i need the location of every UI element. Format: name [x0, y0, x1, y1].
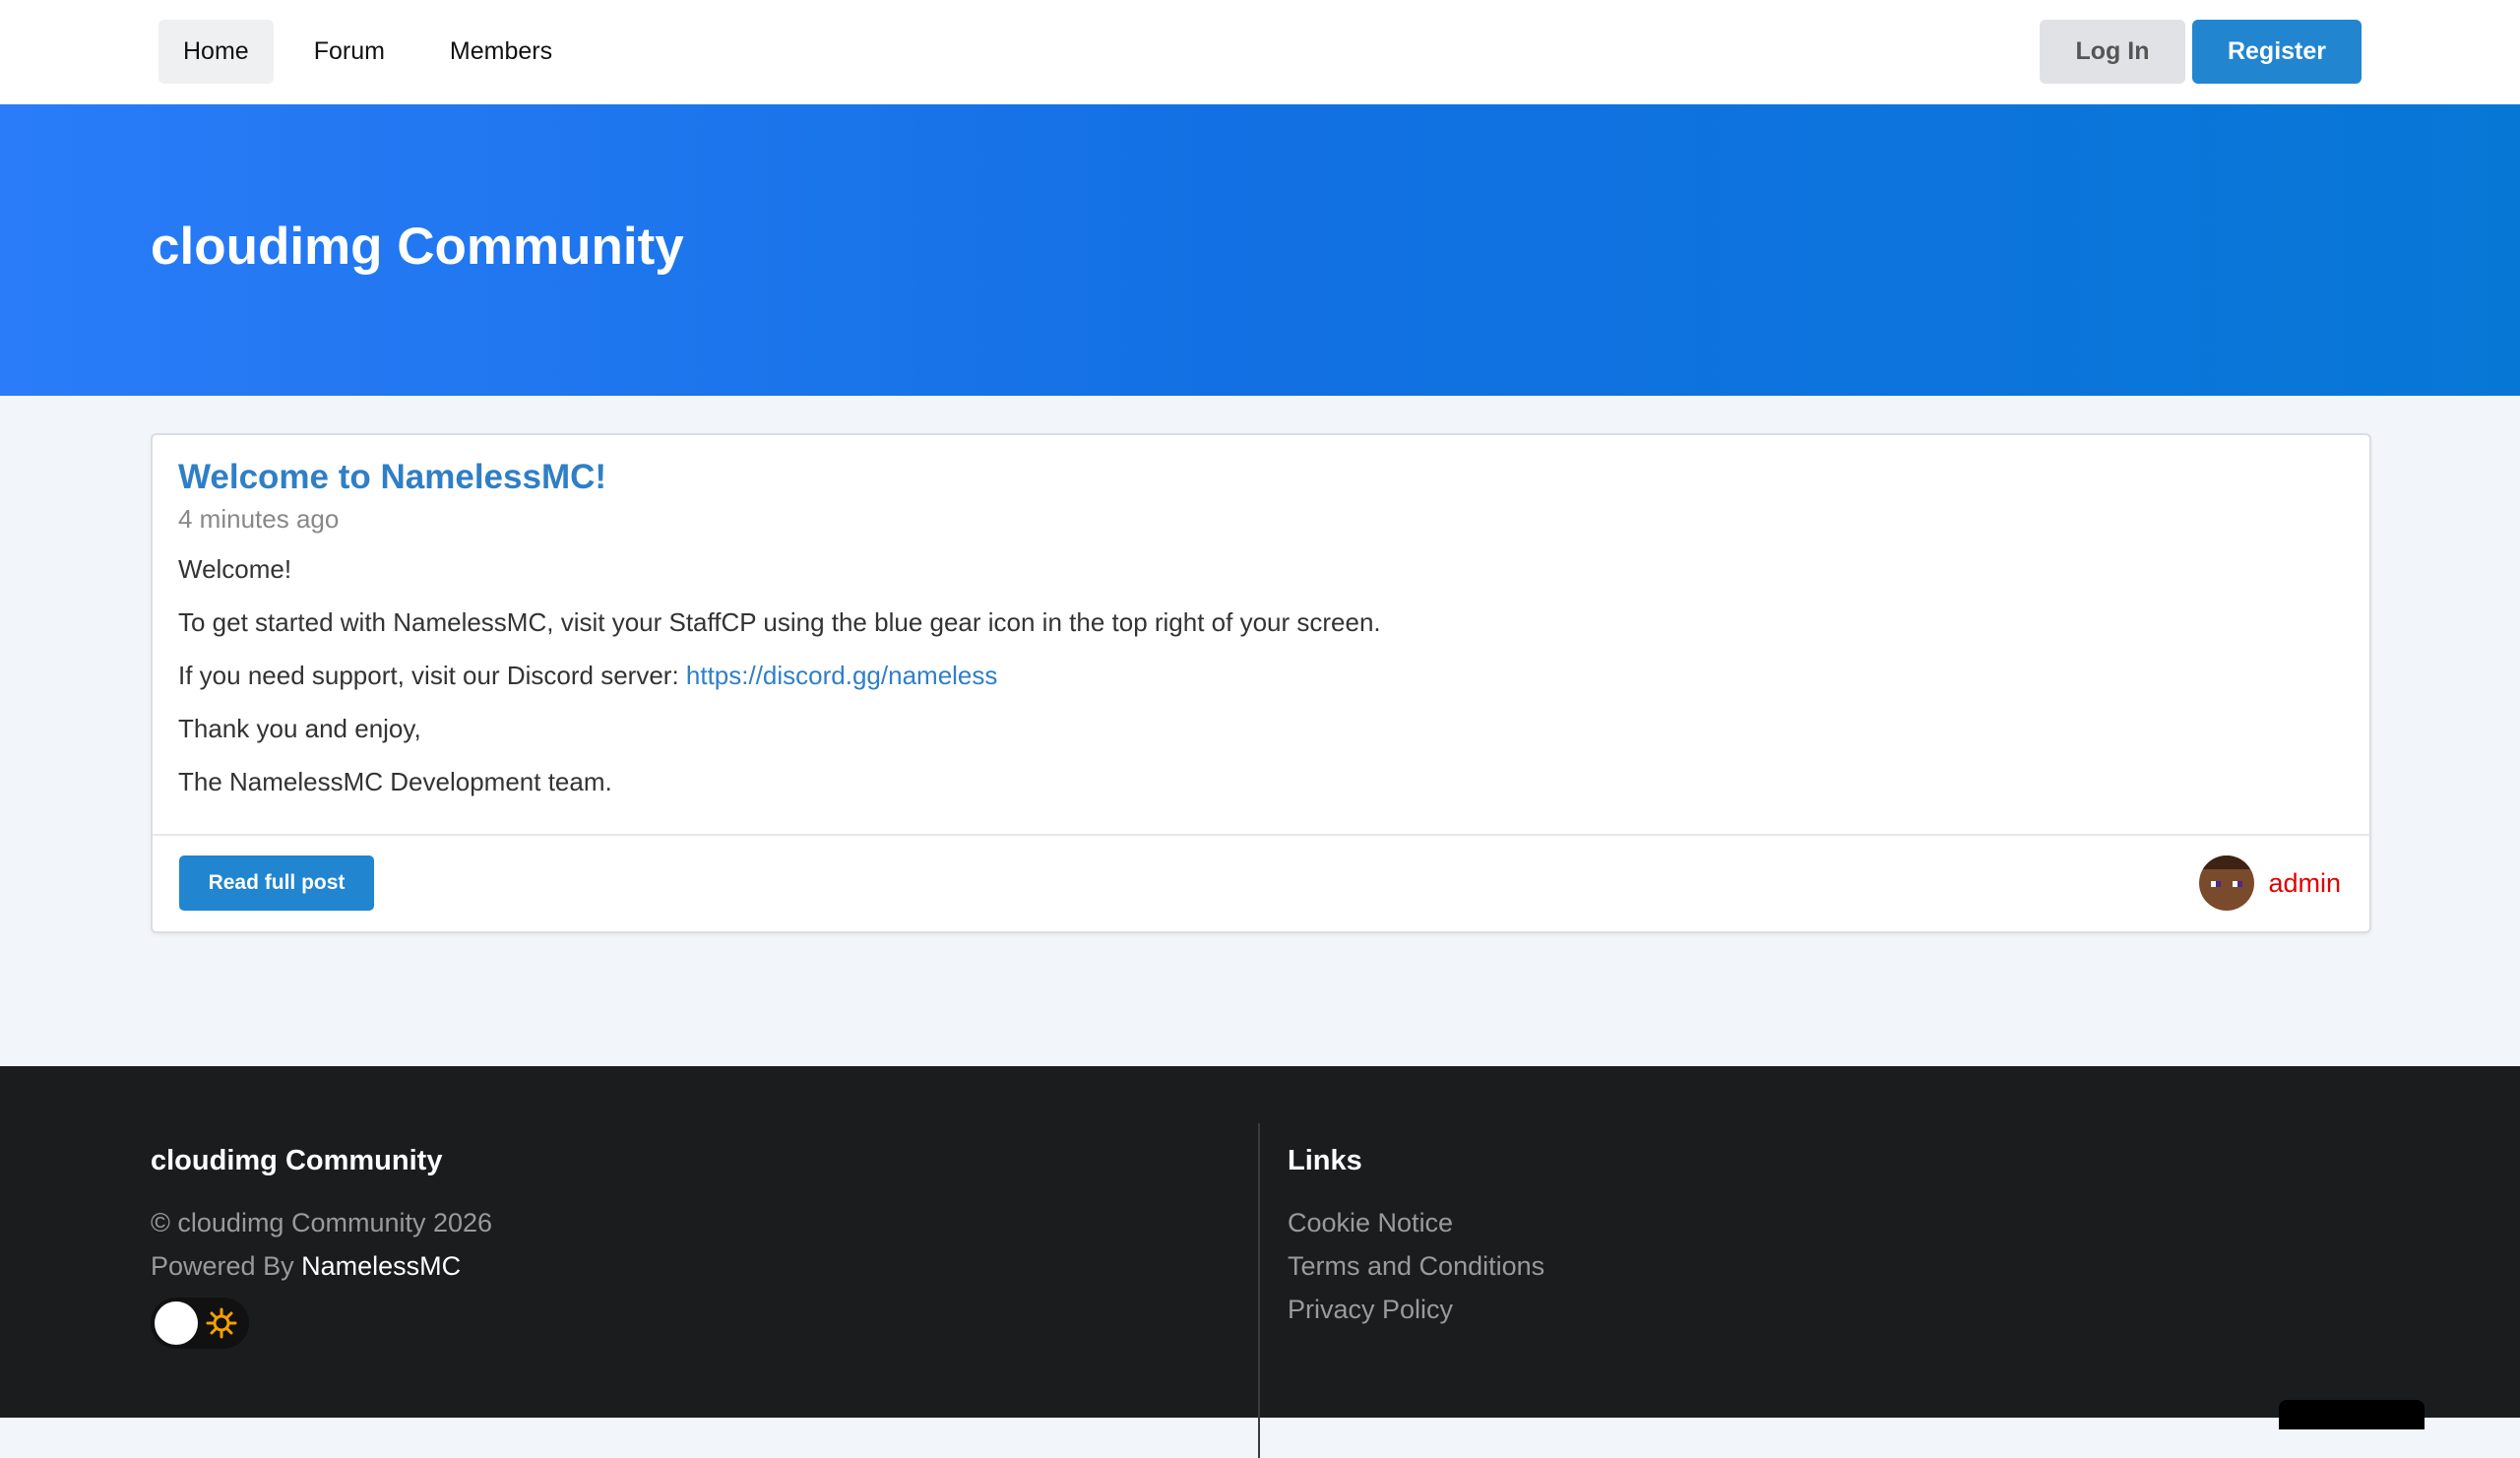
post-line: The NamelessMC Development team.	[178, 767, 612, 797]
powered-by-label: Powered By	[151, 1251, 302, 1281]
read-full-post-button[interactable]: Read full post	[179, 856, 374, 911]
footer-divider	[1258, 1123, 1260, 1458]
corner-widget-tab[interactable]	[2279, 1400, 2425, 1429]
nav-item-home[interactable]: Home	[158, 20, 274, 84]
post-content: Welcome! To get started with NamelessMC,…	[178, 552, 2344, 799]
discord-link[interactable]: https://discord.gg/nameless	[686, 661, 998, 690]
nav-item-members[interactable]: Members	[425, 20, 577, 84]
hero-banner: cloudimg Community	[0, 104, 2520, 396]
post-line: To get started with NamelessMC, visit yo…	[178, 607, 1381, 638]
author-avatar[interactable]	[2199, 856, 2255, 911]
cookie-notice-link[interactable]: Cookie Notice	[1288, 1201, 1544, 1244]
post-line: If you need support, visit our Discord s…	[178, 659, 2344, 693]
toggle-knob	[155, 1301, 198, 1345]
footer-links-heading: Links	[1288, 1145, 1362, 1176]
footer-copyright: © cloudimg Community 2026	[151, 1208, 493, 1237]
auth-buttons: Log In Register	[2040, 20, 2362, 84]
author-name[interactable]: admin	[2268, 868, 2341, 899]
post-line: Thank you and enjoy,	[178, 714, 421, 744]
footer-powered-by: Powered By NamelessMC	[151, 1244, 492, 1288]
news-post-card: Welcome to NamelessMC! 4 minutes ago Wel…	[151, 433, 2371, 933]
register-button[interactable]: Register	[2192, 20, 2362, 84]
privacy-policy-link[interactable]: Privacy Policy	[1288, 1288, 1544, 1331]
post-body: Welcome to NamelessMC! 4 minutes ago Wel…	[178, 457, 2344, 818]
footer-site-name: cloudimg Community	[151, 1145, 443, 1176]
dark-mode-toggle[interactable]	[151, 1298, 249, 1349]
nav-item-forum[interactable]: Forum	[289, 20, 410, 84]
footer-about: cloudimg Community © cloudimg Community …	[151, 1145, 492, 1349]
site-title: cloudimg Community	[151, 218, 684, 276]
post-author[interactable]: admin	[2199, 856, 2341, 911]
namelessmc-link[interactable]: NamelessMC	[301, 1251, 461, 1281]
post-line-text: If you need support, visit our Discord s…	[178, 661, 686, 691]
main-nav: Home Forum Members	[158, 20, 577, 84]
terms-link[interactable]: Terms and Conditions	[1288, 1244, 1544, 1288]
sun-icon	[200, 1301, 243, 1345]
post-title-link[interactable]: Welcome to NamelessMC!	[178, 457, 2344, 498]
top-navbar: Home Forum Members Log In Register	[0, 0, 2520, 104]
post-footer: Read full post admin	[153, 834, 2369, 931]
footer-links: Links Cookie Notice Terms and Conditions…	[1288, 1145, 1544, 1331]
site-footer: cloudimg Community © cloudimg Community …	[0, 1066, 2520, 1458]
post-line: Welcome!	[178, 554, 292, 584]
login-button[interactable]: Log In	[2040, 20, 2185, 84]
post-timestamp: 4 minutes ago	[178, 504, 340, 534]
